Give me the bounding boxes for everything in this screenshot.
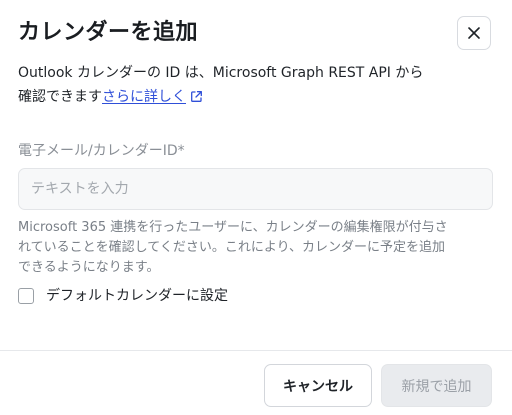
close-icon	[467, 26, 481, 40]
helper-line-3: できるようになります。	[18, 260, 160, 275]
helper-line-1: Microsoft 365 連携を行ったユーザーに、カレンダーの編集権限が付与さ	[18, 220, 448, 235]
default-calendar-option[interactable]: デフォルトカレンダーに設定	[18, 286, 228, 306]
default-calendar-checkbox[interactable]	[18, 288, 34, 304]
description-text: 確認できます	[18, 89, 102, 105]
email-calendar-id-label: 電子メール/カレンダーID*	[18, 143, 185, 159]
dialog-description: Outlook カレンダーの ID は、Microsoft Graph REST…	[18, 61, 498, 111]
footer-divider	[0, 350, 512, 351]
description-line-2: 確認できますさらに詳しく	[18, 85, 498, 111]
learn-more-link[interactable]: さらに詳しく	[102, 89, 186, 105]
cancel-button[interactable]: キャンセル	[264, 364, 372, 407]
add-calendar-dialog: カレンダーを追加 Outlook カレンダーの ID は、Microsoft G…	[0, 0, 512, 415]
dialog-title: カレンダーを追加	[18, 20, 199, 45]
helper-text: Microsoft 365 連携を行ったユーザーに、カレンダーの編集権限が付与さ…	[18, 218, 498, 278]
add-new-button[interactable]: 新規で追加	[381, 364, 492, 407]
helper-line-2: れていることを確認してください。これにより、カレンダーに予定を追加	[18, 240, 446, 255]
default-calendar-label[interactable]: デフォルトカレンダーに設定	[46, 286, 228, 306]
close-button[interactable]	[457, 16, 491, 50]
external-link-icon[interactable]	[190, 87, 203, 111]
email-calendar-id-input[interactable]	[18, 168, 493, 210]
description-line-1: Outlook カレンダーの ID は、Microsoft Graph REST…	[18, 65, 424, 81]
